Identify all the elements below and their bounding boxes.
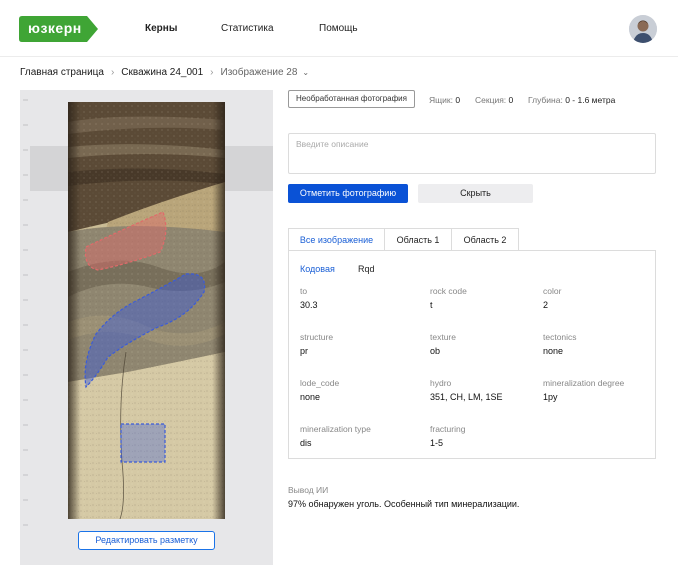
prop-label-lode-code: lode_code [300,378,340,388]
breadcrumb-image[interactable]: Изображение 28 [221,67,298,78]
prop-value-hydro: 351, CH, LM, 1SE [430,392,503,402]
prop-label-structure: structure [300,332,334,342]
prop-label-rock-code: rock code [430,286,467,296]
image-viewer [20,90,273,565]
prop-label-fracturing: fracturing [430,424,466,434]
prop-label-mineralization-degree: mineralization degree [543,378,625,388]
logo-text: юзкерн [28,20,82,36]
prop-value-lode-code: none [300,392,321,402]
prop-label-hydro: hydro [430,378,452,388]
prop-value-fracturing: 1-5 [430,438,444,448]
prop-value-texture: ob [430,346,441,356]
prop-value-structure: pr [300,346,309,356]
chevron-right-icon: › [110,67,115,78]
nav-statistics[interactable]: Статистика [221,23,274,34]
edit-markup-button[interactable]: Редактировать разметку [78,531,215,550]
box-label: Ящик: [429,95,453,105]
mark-photo-button[interactable]: Отметить фотографию [288,184,408,203]
chevron-right-icon: › [210,67,214,78]
prop-value-color: 2 [543,300,549,310]
ai-output-text: 97% обнаружен уголь. Особенный тип минер… [288,499,520,509]
breadcrumb: Главная страница › Скважина 24_001 › Изо… [20,67,309,78]
box-value: 0 [455,95,461,105]
prop-label-texture: texture [430,332,456,342]
breadcrumb-home[interactable]: Главная страница [20,67,104,78]
nav-help[interactable]: Помощь [319,23,358,34]
prop-label-color: color [543,286,562,296]
prop-value-mineralization-degree: 1py [543,392,558,402]
raw-photo-button[interactable]: Необработанная фотография [288,90,415,108]
tab-region-1[interactable]: Область 1 [385,228,452,251]
ai-output-label: Вывод ИИ [288,485,329,495]
subtab-code[interactable]: Кодовая [300,264,335,274]
avatar[interactable] [629,15,657,43]
prop-value-tectonics: none [543,346,564,356]
section-meta: Секция: 0 [475,95,513,105]
prop-label-mineralization-type: mineralization type [300,424,371,434]
tab-region-2[interactable]: Область 2 [452,228,519,251]
box-meta: Ящик: 0 [429,95,460,105]
section-value: 0 [508,95,514,105]
hide-button[interactable]: Скрыть [418,184,533,203]
top-bar: юзкерн Керны Статистика Помощь [0,0,678,57]
logo[interactable]: юзкерн [19,16,98,42]
core-photo[interactable] [68,102,225,519]
prop-value-mineralization-type: dis [300,438,312,448]
chevron-down-icon[interactable]: ⌄ [302,68,309,77]
depth-label: Глубина: [528,95,563,105]
tab-whole-image[interactable]: Все изображение [288,228,385,251]
prop-label-tectonics: tectonics [543,332,577,342]
prop-value-rock-code: t [430,300,433,310]
prop-label-to: to [300,286,308,296]
core-sample-image [68,102,225,519]
subtab-rqd[interactable]: Rqd [358,264,375,274]
depth-value: 0 - 1.6 метра [565,95,616,105]
region-tabs: Все изображение Область 1 Область 2 [288,228,519,251]
section-label: Секция: [475,95,507,105]
depth-meta: Глубина: 0 - 1.6 метра [528,95,615,105]
properties-panel: Кодовая Rqd to 30.3 rock code t color 2 … [288,250,656,459]
description-input[interactable]: Введите описание [288,133,656,174]
user-avatar-icon [629,15,657,43]
prop-value-to: 30.3 [300,300,318,310]
nav-cores[interactable]: Керны [145,23,177,34]
breadcrumb-well[interactable]: Скважина 24_001 [121,67,203,78]
